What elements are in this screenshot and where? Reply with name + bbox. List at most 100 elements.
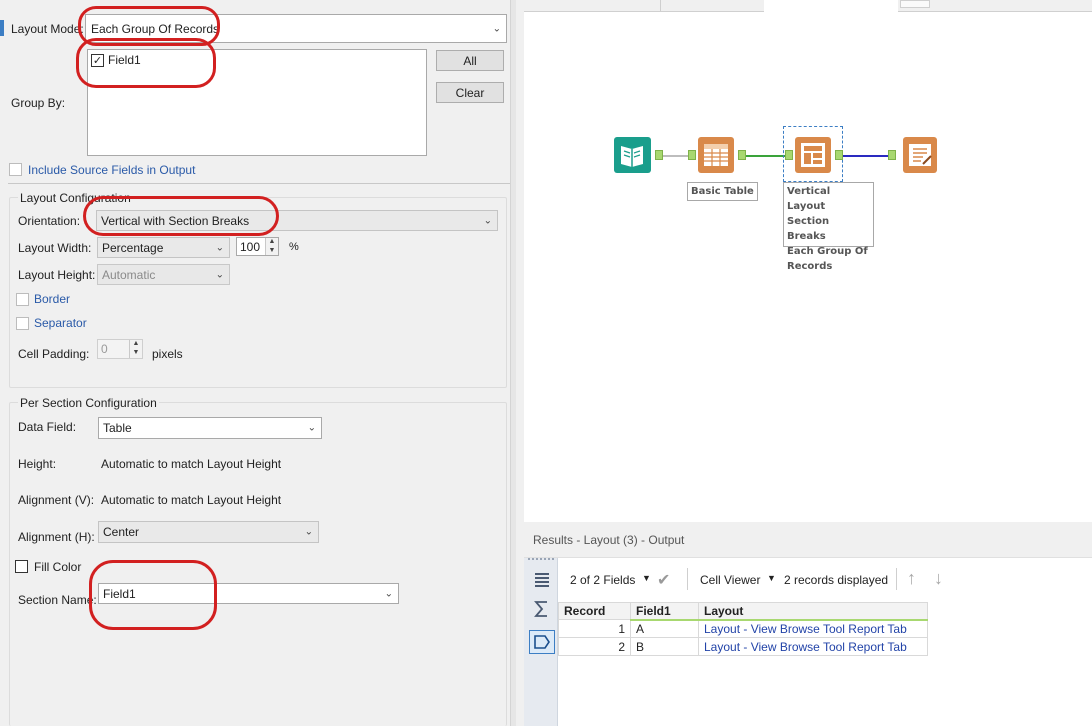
section-name-select[interactable]: Field1 ⌄	[98, 583, 399, 604]
column-header-layout[interactable]: Layout	[698, 602, 928, 621]
layout-icon	[801, 143, 825, 167]
fill-color-checkbox[interactable]	[15, 560, 28, 573]
results-panel: Results - Layout (3) - Output 2 of 2 Fie…	[524, 522, 1092, 726]
per-section-group	[9, 402, 507, 726]
data-field-value: Table	[103, 421, 132, 435]
chevron-down-icon: ⌄	[307, 422, 316, 434]
group-by-list[interactable]: ✓ Field1	[87, 49, 427, 156]
spin-down-icon[interactable]: ▼	[266, 247, 278, 256]
cell-padding-spinner[interactable]: 0 ▲ ▼	[97, 339, 143, 359]
alignment-v-value: Automatic to match Layout Height	[101, 493, 282, 507]
chevron-down-icon: ⌄	[492, 23, 501, 34]
data-field-select[interactable]: Table ⌄	[98, 417, 322, 439]
canvas-tab-strip	[524, 0, 1092, 12]
alignment-v-label: Alignment (V):	[18, 493, 95, 507]
basic-table-tool[interactable]	[698, 137, 734, 173]
arrow-up-icon[interactable]: ↑	[907, 568, 916, 589]
output-anchor[interactable]	[655, 150, 663, 160]
results-table[interactable]: Record Field1 Layout 1 A Layout - View B…	[558, 602, 928, 656]
summary-icon[interactable]	[529, 597, 555, 621]
layout-width-select[interactable]: Percentage ⌄	[97, 237, 230, 258]
basic-table-label: Basic Table	[687, 182, 758, 201]
fields-count[interactable]: 2 of 2 Fields	[570, 573, 635, 587]
render-tool[interactable]	[903, 137, 937, 173]
document-icon	[909, 144, 932, 166]
alignment-h-label: Alignment (H):	[18, 530, 95, 544]
per-section-heading: Per Section Configuration	[18, 396, 159, 410]
clear-button[interactable]: Clear	[436, 82, 504, 103]
orientation-select[interactable]: Vertical with Section Breaks ⌄	[96, 210, 498, 231]
field1-checkbox[interactable]: ✓	[91, 53, 104, 67]
tab-divider	[660, 0, 661, 12]
spin-down-icon[interactable]: ▼	[130, 349, 142, 358]
input-anchor[interactable]	[688, 150, 696, 160]
output-anchor[interactable]	[835, 150, 843, 160]
layout-label-line: Section Breaks	[787, 216, 830, 242]
include-source-checkbox[interactable]	[9, 163, 22, 176]
height-value: Automatic to match Layout Height	[101, 457, 282, 471]
record-cell[interactable]: 2	[558, 637, 631, 656]
arrow-down-icon[interactable]: ↓	[934, 568, 943, 589]
data-field-label: Data Field:	[18, 420, 77, 434]
border-checkbox[interactable]	[16, 293, 29, 306]
layout-width-spinner[interactable]: 100 ▲ ▼	[236, 237, 279, 256]
table-row[interactable]: 1 A Layout - View Browse Tool Report Tab	[558, 619, 928, 638]
output-anchor[interactable]	[738, 150, 746, 160]
chevron-down-icon: ⌄	[384, 588, 393, 599]
layout-cell[interactable]: Layout - View Browse Tool Report Tab	[698, 619, 928, 638]
alignment-h-select[interactable]: Center ⌄	[98, 521, 319, 543]
cell-padding-label: Cell Padding:	[18, 347, 90, 361]
all-button[interactable]: All	[436, 50, 504, 71]
field1-cell[interactable]: A	[630, 619, 699, 638]
layout-tool[interactable]	[795, 137, 831, 173]
checkmark-icon[interactable]: ✔	[657, 570, 670, 590]
layout-label-line: Each Group Of	[787, 246, 868, 257]
column-header-record[interactable]: Record	[558, 602, 631, 620]
spin-up-icon[interactable]: ▲	[266, 238, 278, 247]
section-name-value: Field1	[103, 586, 136, 601]
chevron-down-icon: ⌄	[215, 242, 224, 253]
layout-cell[interactable]: Layout - View Browse Tool Report Tab	[698, 637, 928, 656]
layout-label-line: Records	[787, 261, 833, 272]
group-by-item[interactable]: ✓ Field1	[91, 53, 141, 67]
table-view-icon[interactable]	[529, 568, 555, 592]
field1-cell[interactable]: B	[630, 637, 699, 656]
column-header-field1[interactable]: Field1	[630, 602, 699, 621]
include-source-label: Include Source Fields in Output	[28, 163, 196, 177]
tab-control[interactable]	[900, 0, 930, 8]
chevron-down-icon: ⌄	[483, 215, 492, 226]
input-tool[interactable]	[614, 137, 651, 173]
spinner-buttons[interactable]: ▲ ▼	[265, 238, 278, 255]
spinner-buttons[interactable]: ▲ ▼	[129, 340, 142, 358]
group-by-label: Group By:	[11, 96, 66, 110]
panel-edge-marker	[0, 20, 4, 36]
results-title-bar: Results - Layout (3) - Output	[524, 522, 1092, 558]
layout-height-select[interactable]: Automatic ⌄	[97, 264, 230, 285]
input-anchor[interactable]	[888, 150, 896, 160]
section-name-label: Section Name:	[18, 593, 97, 607]
alignment-h-value: Center	[103, 525, 140, 539]
workflow-canvas[interactable]: Basic Table Vertical Layout Section Brea…	[524, 0, 1092, 522]
table-icon	[704, 144, 728, 166]
active-tab[interactable]	[764, 0, 898, 12]
layout-mode-select[interactable]: Each Group Of Records ⌄	[85, 14, 507, 43]
connection-line[interactable]	[746, 155, 786, 157]
records-displayed: 2 records displayed	[784, 573, 889, 587]
results-sidebar	[524, 558, 558, 726]
cell-viewer-button[interactable]: Cell Viewer	[700, 573, 760, 587]
layout-height-value: Automatic	[102, 267, 156, 282]
dropdown-arrow-icon[interactable]: ▼	[642, 573, 651, 583]
chevron-down-icon: ⌄	[215, 269, 224, 280]
dropdown-arrow-icon[interactable]: ▼	[767, 573, 776, 583]
layout-label-line: Vertical Layout	[787, 186, 831, 212]
tag-icon[interactable]	[529, 630, 555, 654]
table-row[interactable]: 2 B Layout - View Browse Tool Report Tab	[558, 637, 928, 656]
height-label: Height:	[18, 457, 57, 471]
orientation-label: Orientation:	[18, 214, 81, 228]
layout-width-label: Layout Width:	[18, 241, 92, 255]
cell-padding-unit: pixels	[152, 347, 183, 361]
separator-checkbox[interactable]	[16, 317, 29, 330]
layout-width-unit: %	[289, 241, 299, 253]
record-cell[interactable]: 1	[558, 619, 631, 638]
spin-up-icon[interactable]: ▲	[130, 340, 142, 349]
